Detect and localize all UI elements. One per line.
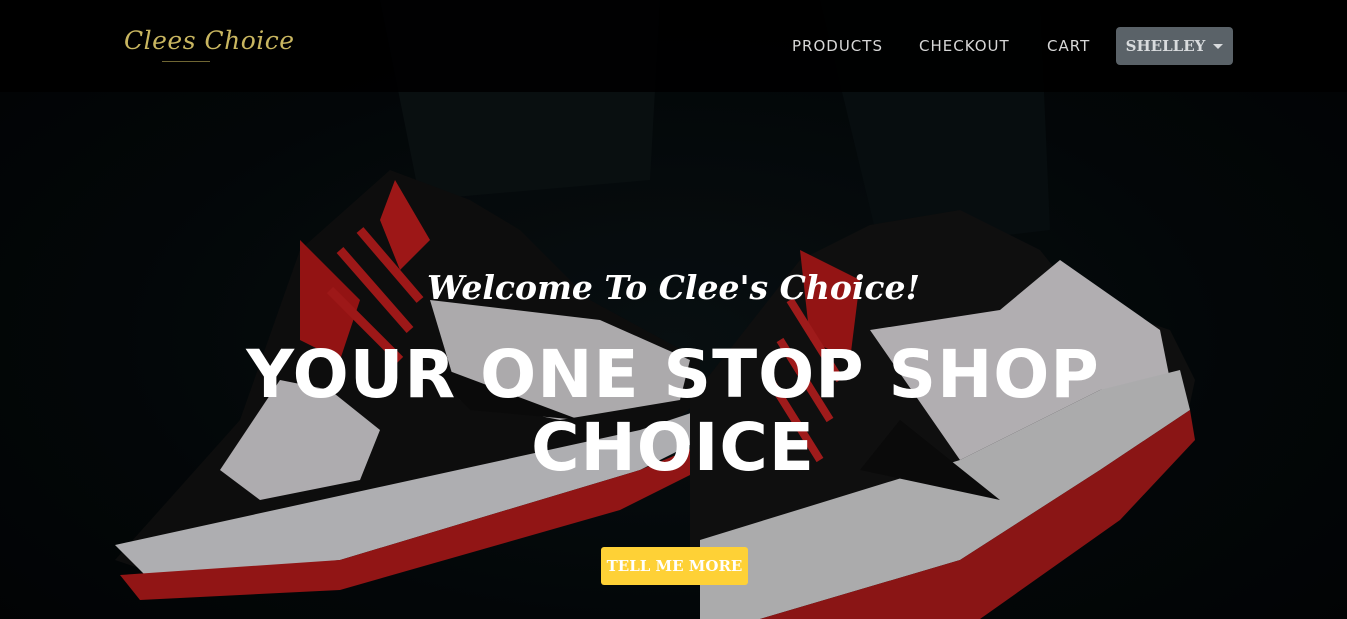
hero-headline-line2: CHOICE [531, 409, 815, 486]
hero-section [0, 0, 1347, 619]
hero-headline: YOUR ONE STOP SHOP CHOICE [173, 338, 1173, 484]
brand-underline [162, 61, 210, 62]
chevron-down-icon [1213, 43, 1224, 49]
nav-link-cart[interactable]: CART [1047, 37, 1090, 55]
sneakers-hero-image [0, 0, 1347, 619]
hero-welcome-text: Welcome To Clee's Choice! [426, 268, 921, 307]
user-dropdown-label: SHELLEY [1125, 37, 1206, 55]
tell-me-more-button[interactable]: TELL ME MORE [601, 547, 748, 585]
nav-link-products[interactable]: PRODUCTS [792, 37, 883, 55]
brand-logo[interactable]: Clees Choice [124, 26, 295, 55]
hero-headline-line1: YOUR ONE STOP SHOP [246, 336, 1100, 413]
nav-link-checkout[interactable]: CHECKOUT [919, 37, 1010, 55]
navbar: Clees Choice PRODUCTS CHECKOUT CART SHEL… [0, 0, 1347, 92]
user-dropdown-button[interactable]: SHELLEY [1116, 27, 1233, 65]
